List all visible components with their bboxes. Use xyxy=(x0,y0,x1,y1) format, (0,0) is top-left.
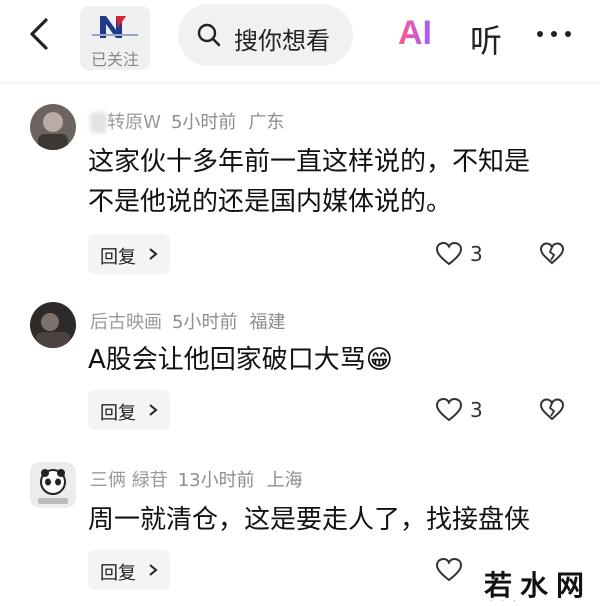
back-arrow-icon[interactable] xyxy=(22,16,58,52)
avatar[interactable] xyxy=(30,462,76,508)
like-count: 3 xyxy=(470,242,483,266)
chevron-right-icon xyxy=(149,248,158,260)
avatar-image xyxy=(30,302,76,348)
account-logo-icon xyxy=(92,16,138,38)
chevron-right-icon xyxy=(149,404,158,416)
search-bar[interactable]: 搜你想看 xyxy=(178,4,353,66)
watermark: 若水网 · · · xyxy=(470,562,600,606)
comment-text: A股会让他回家破口大骂😁 xyxy=(88,345,393,375)
comment-text: 周一就清仓，这是要走人了，找接盘侠 xyxy=(88,505,531,535)
comment-time: 5小时前 xyxy=(170,112,237,133)
listen-button[interactable]: 听 xyxy=(470,16,502,62)
dislike-icon[interactable] xyxy=(540,398,564,422)
reply-button[interactable]: 回复 xyxy=(88,390,170,430)
search-icon xyxy=(197,23,221,47)
commenter-name[interactable]: 转原W xyxy=(90,112,161,133)
ai-button[interactable]: AI xyxy=(398,14,432,53)
comment-text: 这家伙十多年前一直这样说的，不知是 不是他说的还是国内媒体说的。 xyxy=(88,147,531,217)
avatar[interactable] xyxy=(30,104,76,150)
account-avatar[interactable]: 已关注 xyxy=(80,6,150,70)
avatar-image xyxy=(30,462,76,508)
search-placeholder: 搜你想看 xyxy=(234,27,330,55)
reply-button[interactable]: 回复 xyxy=(88,234,170,274)
comment-meta: 后古映画 5小时前 福建 xyxy=(90,308,285,334)
comment-location: 福建 xyxy=(249,312,286,333)
reply-label: 回复 xyxy=(100,563,136,584)
chevron-right-icon xyxy=(149,564,158,576)
watermark-subtext: · · · xyxy=(490,598,520,605)
followed-status: 已关注 xyxy=(90,50,139,69)
reply-label: 回复 xyxy=(100,247,136,268)
avatar-image xyxy=(30,104,76,150)
commenter-name[interactable]: 后古映画 xyxy=(90,312,162,333)
like-count: 3 xyxy=(470,398,483,422)
like-icon[interactable] xyxy=(436,398,462,422)
comment-location: 广东 xyxy=(248,112,285,133)
comment-location: 上海 xyxy=(266,470,303,491)
comment-time: 5小时前 xyxy=(172,312,238,333)
avatar[interactable] xyxy=(30,302,76,348)
comment-meta: 三俩 緑苷 13小时前 上海 xyxy=(90,466,303,492)
like-icon[interactable] xyxy=(436,558,462,582)
header-divider xyxy=(0,82,600,84)
reply-button[interactable]: 回复 xyxy=(88,550,170,590)
commenter-name[interactable]: 三俩 緑苷 xyxy=(90,470,168,491)
more-icon[interactable] xyxy=(532,20,576,48)
comment-time: 13小时前 xyxy=(177,470,255,491)
reply-label: 回复 xyxy=(100,403,136,424)
dislike-icon[interactable] xyxy=(540,242,564,266)
like-icon[interactable] xyxy=(436,242,462,266)
comment-meta: 转原W 5小时前 广东 xyxy=(90,108,284,134)
top-bar: 已关注 搜你想看 AI 听 xyxy=(0,0,600,80)
